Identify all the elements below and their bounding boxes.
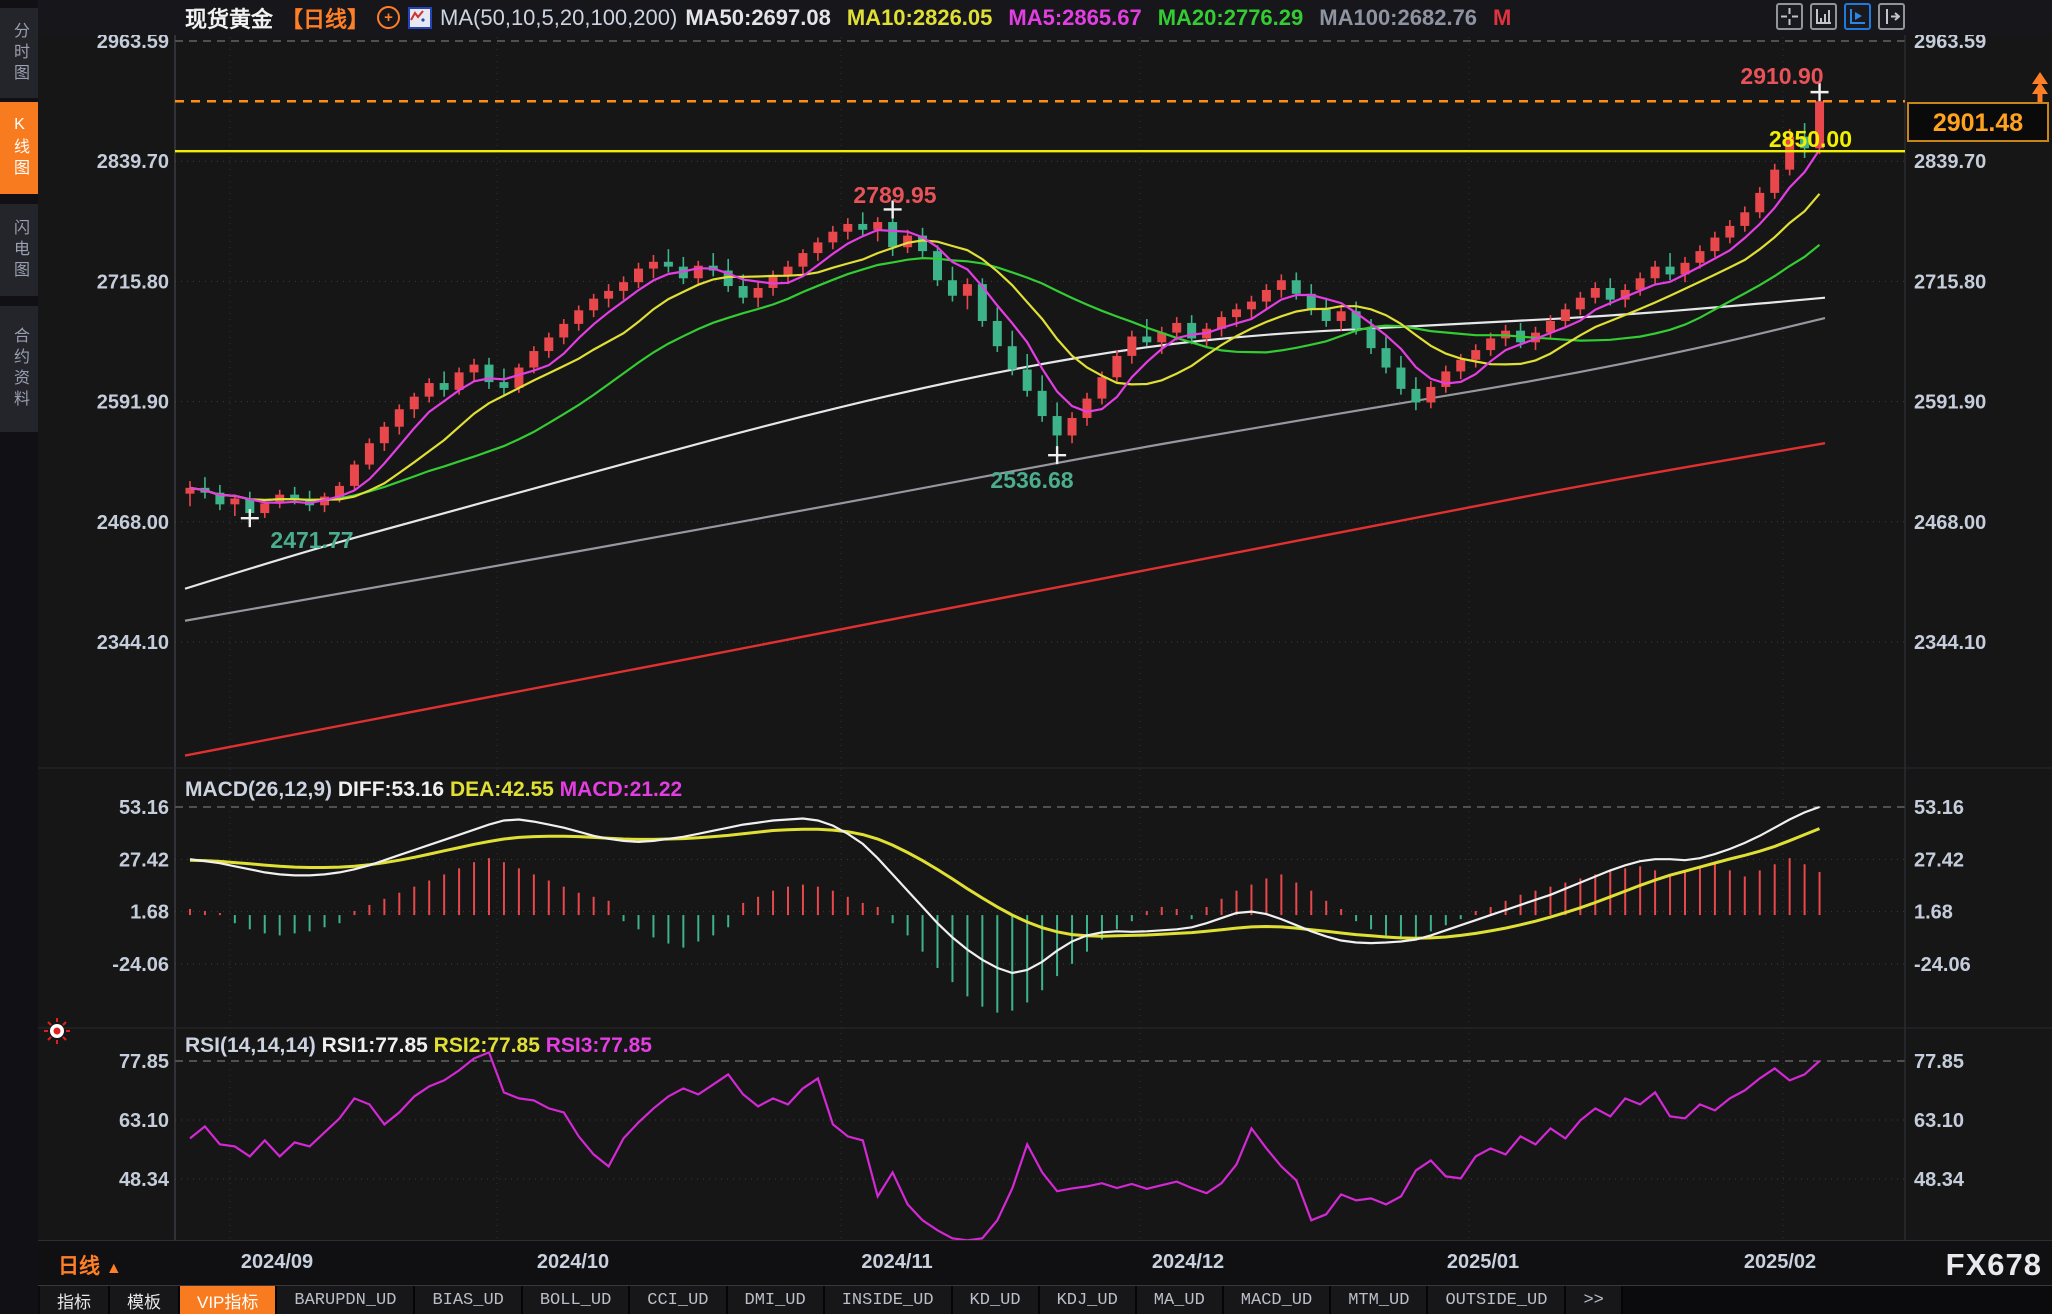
svg-text:MACD(26,12,9) DIFF:53.16 DEA:: MACD(26,12,9) DIFF:53.16 DEA:42.55 MACD:… bbox=[185, 778, 682, 801]
axis-play-icon[interactable] bbox=[1844, 3, 1871, 30]
svg-text:1.68: 1.68 bbox=[130, 902, 169, 924]
indicator-tab-KDJ_UD[interactable]: KDJ_UD bbox=[1040, 1286, 1137, 1314]
svg-text:63.10: 63.10 bbox=[119, 1110, 169, 1132]
indicator-tab-MTM_UD[interactable]: MTM_UD bbox=[1331, 1286, 1428, 1314]
svg-text:2850.00: 2850.00 bbox=[1769, 126, 1852, 152]
indicator-tab-OUTSIDE_UD[interactable]: OUTSIDE_UD bbox=[1428, 1286, 1566, 1314]
ma-value: MA50:2697.08 bbox=[685, 5, 831, 31]
month-label: 2024/11 bbox=[861, 1251, 932, 1274]
ma-params-label: MA(50,10,5,20,100,200) bbox=[440, 5, 677, 31]
indicator-tab-MACD_UD[interactable]: MACD_UD bbox=[1224, 1286, 1331, 1314]
timeframe-chip[interactable]: 日线 ▲ bbox=[58, 1250, 122, 1280]
timeframe-label: 日线 bbox=[58, 1255, 100, 1278]
pan-right-icon[interactable] bbox=[1878, 3, 1905, 30]
svg-text:77.85: 77.85 bbox=[1914, 1051, 1964, 1073]
svg-text:RSI(14,14,14) RSI1:77.85 RSI2: RSI(14,14,14) RSI1:77.85 RSI2:77.85 RSI3… bbox=[185, 1034, 652, 1057]
indicator-tab-模板[interactable]: 模板 bbox=[110, 1286, 180, 1314]
svg-text:2839.70: 2839.70 bbox=[97, 151, 169, 173]
indicator-tab-BOLL_UD[interactable]: BOLL_UD bbox=[523, 1286, 630, 1314]
svg-text:27.42: 27.42 bbox=[119, 849, 169, 871]
indicator-tab->>[interactable]: >> bbox=[1566, 1286, 1622, 1314]
svg-text:2471.77: 2471.77 bbox=[270, 527, 353, 553]
ma-value: MA10:2826.05 bbox=[847, 5, 993, 31]
ma-value: MA20:2776.29 bbox=[1158, 5, 1304, 31]
indicator-tab-BIAS_UD[interactable]: BIAS_UD bbox=[415, 1286, 522, 1314]
sidebar-item-分时图[interactable]: 分时图 bbox=[0, 8, 38, 98]
chevron-up-icon: ▲ bbox=[106, 1260, 122, 1277]
indicator-tab-INSIDE_UD[interactable]: INSIDE_UD bbox=[825, 1286, 953, 1314]
sidebar-item-active-K线图[interactable]: K线图 bbox=[0, 102, 38, 194]
svg-text:2901.48: 2901.48 bbox=[1933, 109, 2023, 137]
month-label: 2024/09 bbox=[241, 1251, 313, 1274]
chart-type-icon[interactable] bbox=[408, 7, 432, 29]
month-label: 2025/01 bbox=[1447, 1251, 1519, 1274]
time-axis: 日线 ▲ 2024/09 2024/10 2024/11 2024/12 2025/01… bbox=[38, 1240, 2052, 1286]
svg-text:2715.80: 2715.80 bbox=[97, 271, 169, 293]
indicator-tabbar: 指标模板VIP指标BARUPDN_UDBIAS_UDBOLL_UDCCI_UDD… bbox=[0, 1285, 2052, 1314]
svg-text:27.42: 27.42 bbox=[1914, 849, 1964, 871]
price-chart-canvas[interactable]: 2963.592963.592839.702839.702715.802715.… bbox=[0, 0, 2052, 1314]
ma-values-readout: MA50:2697.08 MA10:2826.05 MA5:2865.67 MA20:… bbox=[685, 5, 1511, 31]
svg-text:2468.00: 2468.00 bbox=[1914, 512, 1986, 534]
indicator-tab-BARUPDN_UD[interactable]: BARUPDN_UD bbox=[277, 1286, 415, 1314]
sidebar-item-label: 分时图 bbox=[0, 22, 38, 85]
svg-text:53.16: 53.16 bbox=[1914, 797, 1964, 819]
svg-text:2344.10: 2344.10 bbox=[97, 632, 169, 654]
svg-text:2536.68: 2536.68 bbox=[990, 467, 1073, 493]
month-label: 2025/02 bbox=[1744, 1251, 1816, 1274]
indicator-tab-VIP指标[interactable]: VIP指标 bbox=[180, 1286, 277, 1314]
svg-text:2591.90: 2591.90 bbox=[1914, 392, 1986, 414]
svg-text:63.10: 63.10 bbox=[1914, 1110, 1964, 1132]
brand-watermark: FX678 bbox=[1946, 1247, 2042, 1283]
indicator-tab-CCI_UD[interactable]: CCI_UD bbox=[630, 1286, 727, 1314]
sidebar-item-闪电图[interactable]: 闪电图 bbox=[0, 204, 38, 296]
chart-header: 现货黄金 【日线】 + MA(50,10,5,20,100,200) MA50:… bbox=[38, 0, 2052, 35]
svg-text:1.68: 1.68 bbox=[1914, 902, 1953, 924]
sidebar-item-label: K线图 bbox=[0, 116, 38, 180]
ma-value: MA100:2682.76 bbox=[1319, 5, 1477, 31]
chart-toolbar bbox=[1776, 3, 1905, 30]
ma-value: M bbox=[1493, 5, 1511, 31]
axis-scale-icon[interactable] bbox=[1810, 3, 1837, 30]
period-tag[interactable]: 【日线】 bbox=[281, 2, 369, 34]
svg-text:2344.10: 2344.10 bbox=[1914, 632, 1986, 654]
svg-text:2591.90: 2591.90 bbox=[97, 392, 169, 414]
svg-text:77.85: 77.85 bbox=[119, 1051, 169, 1073]
indicator-tab-MA_UD[interactable]: MA_UD bbox=[1137, 1286, 1224, 1314]
sidebar-item-合约资料[interactable]: 合约资料 bbox=[0, 306, 38, 432]
svg-text:2789.95: 2789.95 bbox=[853, 182, 936, 208]
svg-text:2715.80: 2715.80 bbox=[1914, 271, 1986, 293]
indicator-tab-KD_UD[interactable]: KD_UD bbox=[953, 1286, 1040, 1314]
alert-burst-icon[interactable] bbox=[44, 1018, 70, 1044]
month-label: 2024/12 bbox=[1152, 1251, 1224, 1274]
ma-value: MA5:2865.67 bbox=[1008, 5, 1141, 31]
svg-text:2468.00: 2468.00 bbox=[97, 512, 169, 534]
move-crosshair-icon[interactable] bbox=[1776, 3, 1803, 30]
trading-app-window: 2963.592963.592839.702839.702715.802715.… bbox=[0, 0, 2052, 1314]
sidebar-chart-modes: 分时图 K线图闪电图合约资料 bbox=[0, 0, 38, 1314]
add-compare-icon[interactable]: + bbox=[377, 6, 400, 29]
svg-text:2839.70: 2839.70 bbox=[1914, 151, 1986, 173]
sidebar-item-label: 闪电图 bbox=[0, 219, 38, 282]
sidebar-item-label: 合约资料 bbox=[0, 327, 38, 411]
month-label: 2024/10 bbox=[537, 1251, 609, 1274]
svg-text:2910.90: 2910.90 bbox=[1740, 63, 1823, 89]
svg-text:-24.06: -24.06 bbox=[1914, 954, 1971, 976]
svg-text:-24.06: -24.06 bbox=[112, 954, 169, 976]
instrument-title: 现货黄金 bbox=[185, 2, 273, 34]
svg-text:48.34: 48.34 bbox=[119, 1169, 170, 1191]
svg-text:53.16: 53.16 bbox=[119, 797, 169, 819]
indicator-tab-DMI_UD[interactable]: DMI_UD bbox=[728, 1286, 825, 1314]
indicator-tab-指标[interactable]: 指标 bbox=[40, 1286, 110, 1314]
svg-text:48.34: 48.34 bbox=[1914, 1169, 1965, 1191]
